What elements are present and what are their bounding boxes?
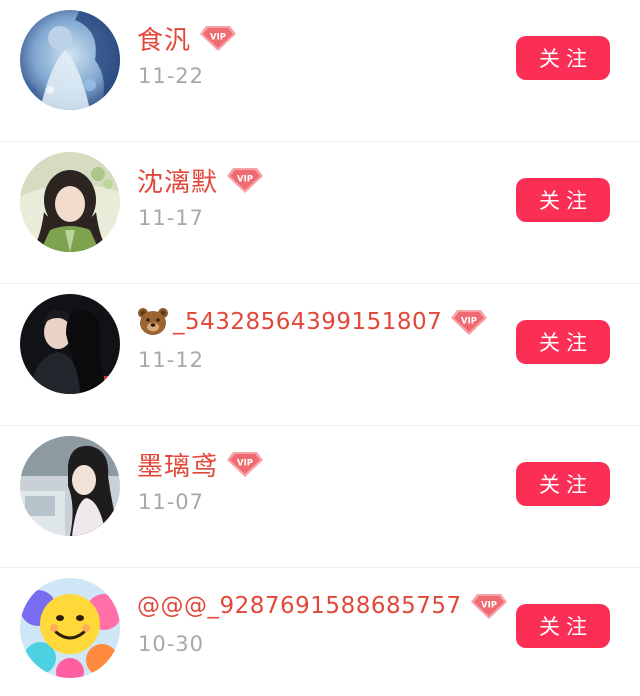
follower-list: 食汎 VIP 11-22 关注 沈漓默 VIP 11-17 关注 _543285… <box>0 0 640 696</box>
avatar[interactable] <box>20 578 120 678</box>
list-item[interactable]: 墨璃鸢 VIP 11-07 关注 <box>0 426 640 568</box>
vip-badge-icon: VIP <box>199 23 237 53</box>
follow-date: 11-07 <box>138 490 205 514</box>
avatar[interactable] <box>20 436 120 536</box>
list-item[interactable]: 食汎 VIP 11-22 关注 <box>0 0 640 142</box>
follow-button[interactable]: 关注 <box>516 36 610 80</box>
vip-badge-icon: VIP <box>226 449 264 479</box>
avatar[interactable] <box>20 294 120 394</box>
follow-button[interactable]: 关注 <box>516 604 610 648</box>
username[interactable]: 沈漓默 <box>137 162 218 199</box>
name-line: 沈漓默 VIP <box>137 158 264 202</box>
svg-text:VIP: VIP <box>237 459 253 469</box>
name-line: _54328564399151807 VIP <box>137 300 488 344</box>
name-line: @@@_9287691588685757 VIP <box>137 584 508 628</box>
list-item[interactable]: _54328564399151807 VIP 11-12 关注 <box>0 284 640 426</box>
follow-date: 11-17 <box>138 206 205 230</box>
svg-text:VIP: VIP <box>481 601 497 611</box>
follow-date: 11-22 <box>138 64 205 88</box>
vip-badge-icon: VIP <box>470 591 508 621</box>
username[interactable]: 食汎 <box>137 20 191 57</box>
avatar[interactable] <box>20 152 120 252</box>
list-item[interactable]: @@@_9287691588685757 VIP 10-30 关注 <box>0 568 640 696</box>
name-line: 墨璃鸢 VIP <box>137 442 264 486</box>
username[interactable]: @@@_9287691588685757 <box>137 593 462 619</box>
svg-text:VIP: VIP <box>210 33 226 43</box>
follow-button[interactable]: 关注 <box>516 178 610 222</box>
username[interactable]: _54328564399151807 <box>173 309 442 335</box>
svg-text:VIP: VIP <box>461 317 477 327</box>
svg-text:VIP: VIP <box>237 175 253 185</box>
follow-button[interactable]: 关注 <box>516 462 610 506</box>
list-item[interactable]: 沈漓默 VIP 11-17 关注 <box>0 142 640 284</box>
vip-badge-icon: VIP <box>226 165 264 195</box>
name-line: 食汎 VIP <box>137 16 237 60</box>
avatar[interactable] <box>20 10 120 110</box>
username[interactable]: 墨璃鸢 <box>137 446 218 483</box>
follow-date: 11-12 <box>138 348 205 372</box>
follow-button[interactable]: 关注 <box>516 320 610 364</box>
bear-face-icon <box>137 306 169 338</box>
vip-badge-icon: VIP <box>450 307 488 337</box>
follow-date: 10-30 <box>138 632 205 656</box>
